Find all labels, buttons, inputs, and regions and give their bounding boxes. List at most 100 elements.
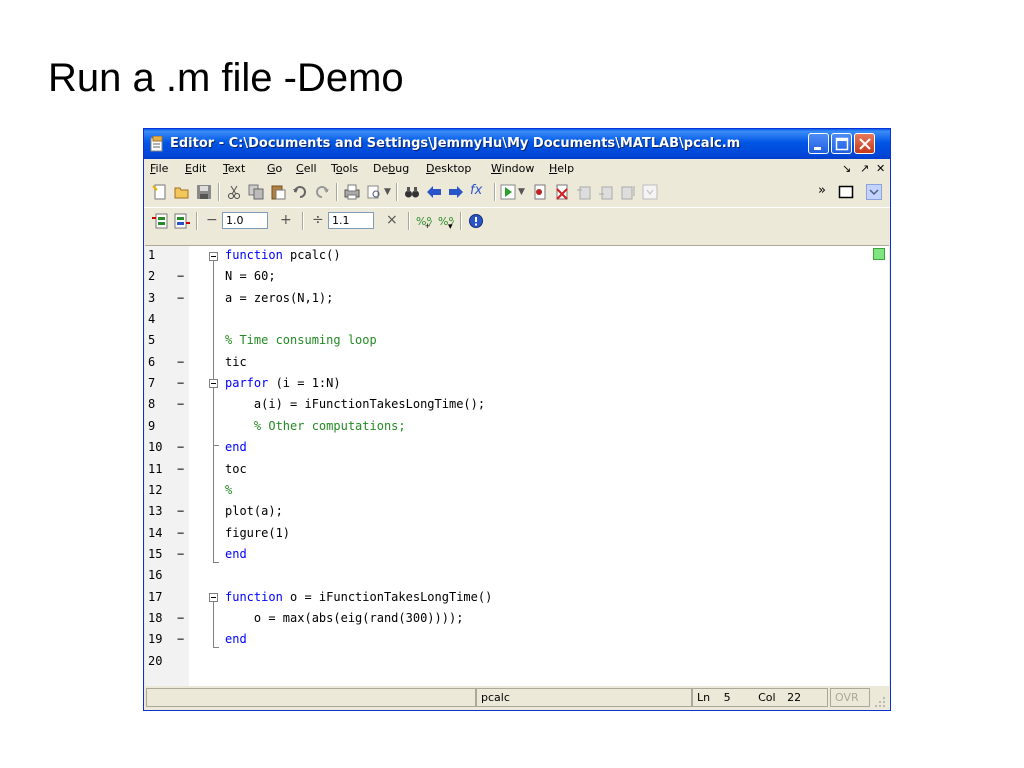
code-line[interactable]: 16 (145, 566, 889, 587)
help-info-icon[interactable] (468, 213, 484, 229)
code-line[interactable]: 14− figure(1) (145, 524, 889, 545)
menu-help[interactable]: Help (549, 162, 574, 175)
set-breakpoint-icon[interactable] (532, 184, 548, 200)
executable-line-marker[interactable]: − (177, 462, 184, 476)
code-text[interactable]: o = max(abs(eig(rand(300)))); (225, 611, 464, 625)
code-line[interactable]: 10− end (145, 438, 889, 459)
step-icon[interactable] (576, 184, 592, 200)
menu-go[interactable]: Go (267, 162, 282, 175)
title-bar[interactable]: Editor - C:\Documents and Settings\Jemmy… (144, 129, 890, 159)
forward-arrow-icon[interactable] (448, 184, 464, 200)
code-line[interactable]: 15− end (145, 545, 889, 566)
menu-tools[interactable]: Tools (331, 162, 358, 175)
stack-dropdown-icon[interactable] (642, 184, 658, 200)
code-text[interactable]: % (225, 483, 232, 497)
code-line[interactable]: 6 − tic (145, 353, 889, 374)
code-line[interactable]: 12% (145, 481, 889, 502)
code-text[interactable]: plot(a); (225, 504, 283, 518)
code-line[interactable]: 11− toc (145, 460, 889, 481)
executable-line-marker[interactable]: − (177, 611, 184, 625)
function-icon[interactable]: fx (470, 183, 482, 198)
executable-line-marker[interactable]: − (177, 397, 184, 411)
executable-line-marker[interactable]: − (177, 355, 184, 369)
executable-line-marker[interactable]: − (177, 632, 184, 646)
dock-icon[interactable]: ↘ (842, 162, 851, 175)
run-dropdown-icon[interactable]: ▼ (518, 187, 525, 197)
fold-toggle-function[interactable] (209, 593, 218, 602)
toolbar-overflow-icon[interactable]: » (818, 183, 826, 198)
executable-line-marker[interactable]: − (177, 291, 184, 305)
code-line[interactable]: 7 − parfor (i = 1:N) (145, 374, 889, 395)
divide-button[interactable]: ÷ (312, 212, 324, 228)
code-text[interactable]: toc (225, 462, 247, 476)
executable-line-marker[interactable]: − (177, 440, 184, 454)
divide-value-field[interactable]: 1.1 (328, 212, 374, 229)
close-button[interactable] (854, 133, 875, 154)
minimize-button[interactable] (808, 133, 829, 154)
cut-icon[interactable] (226, 184, 242, 200)
fold-toggle-parfor[interactable] (209, 379, 218, 388)
multiply-button[interactable]: × (386, 212, 398, 228)
executable-line-marker[interactable]: − (177, 526, 184, 540)
layout-box-icon[interactable] (838, 184, 854, 200)
code-text[interactable]: N = 60; (225, 269, 276, 283)
code-text[interactable]: end (225, 440, 247, 454)
insert-cell-icon[interactable] (152, 213, 168, 229)
resize-grip-icon[interactable] (874, 696, 886, 708)
code-line[interactable]: 2 − N = 60; (145, 267, 889, 288)
code-text[interactable]: function pcalc() (225, 248, 341, 262)
fold-toggle-function[interactable] (209, 252, 218, 261)
layout-dropdown-icon[interactable] (866, 184, 882, 200)
code-line[interactable]: 17 function o = iFunctionTakesLongTime() (145, 588, 889, 609)
code-line[interactable]: 8 − a(i) = iFunctionTakesLongTime(); (145, 395, 889, 416)
code-line[interactable]: 3 − a = zeros(N,1); (145, 289, 889, 310)
executable-line-marker[interactable]: − (177, 547, 184, 561)
find-icon[interactable] (404, 184, 420, 200)
open-folder-icon[interactable] (174, 184, 190, 200)
code-text[interactable]: % Time consuming loop (225, 333, 377, 347)
code-line[interactable]: 18− o = max(abs(eig(rand(300)))); (145, 609, 889, 630)
clear-breakpoints-icon[interactable] (554, 184, 570, 200)
new-file-icon[interactable] (152, 184, 168, 200)
copy-icon[interactable] (248, 184, 264, 200)
menu-desktop[interactable]: Desktop (426, 162, 471, 175)
code-text[interactable]: tic (225, 355, 247, 369)
code-line[interactable]: 1 function pcalc() (145, 246, 889, 267)
chevron-down-icon[interactable]: ▼ (384, 187, 391, 197)
decrement-value-field[interactable]: 1.0 (222, 212, 268, 229)
run-icon[interactable] (500, 184, 516, 200)
code-line[interactable]: 19− end (145, 630, 889, 651)
code-line[interactable]: 13− plot(a); (145, 502, 889, 523)
menu-window[interactable]: Window (491, 162, 534, 175)
redo-icon[interactable] (314, 184, 330, 200)
decrement-button[interactable]: − (206, 212, 218, 228)
back-arrow-icon[interactable] (426, 184, 442, 200)
menu-text[interactable]: Text (223, 162, 245, 175)
increment-button[interactable]: + (280, 212, 292, 228)
code-text[interactable]: end (225, 547, 247, 561)
print-preview-icon[interactable] (366, 184, 382, 200)
evaluate-cell-icon[interactable] (174, 213, 190, 229)
code-text[interactable]: % Other computations; (225, 419, 406, 433)
step-out-icon[interactable] (620, 184, 636, 200)
code-text[interactable]: end (225, 632, 247, 646)
paste-icon[interactable] (270, 184, 286, 200)
code-text[interactable]: a = zeros(N,1); (225, 291, 333, 305)
print-icon[interactable] (344, 184, 360, 200)
maximize-button[interactable] (831, 133, 852, 154)
step-in-icon[interactable] (598, 184, 614, 200)
code-line[interactable]: 9 % Other computations; (145, 417, 889, 438)
executable-line-marker[interactable]: − (177, 376, 184, 390)
close-document-icon[interactable]: ✕ (876, 162, 885, 175)
menu-cell[interactable]: Cell (296, 162, 317, 175)
add-comment-icon[interactable]: %%+ (416, 213, 432, 229)
executable-line-marker[interactable]: − (177, 269, 184, 283)
mlint-status-indicator[interactable] (873, 248, 885, 260)
code-line[interactable]: 5 % Time consuming loop (145, 331, 889, 352)
menu-edit[interactable]: Edit (185, 162, 206, 175)
code-line[interactable]: 4 (145, 310, 889, 331)
code-text[interactable]: parfor (i = 1:N) (225, 376, 341, 390)
save-icon[interactable] (196, 184, 212, 200)
menu-debug[interactable]: Debug (373, 162, 409, 175)
code-editor[interactable]: 1 function pcalc() 2 − N = 60; 3 − a = zeros(N,… (145, 245, 889, 686)
